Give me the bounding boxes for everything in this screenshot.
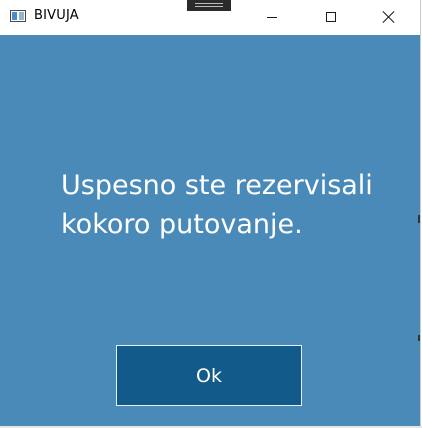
dialog-content: Uspesno ste rezervisali kokoro putovanje…: [0, 35, 420, 426]
grip-line: [195, 3, 223, 4]
success-message: Uspesno ste rezervisali kokoro putovanje…: [61, 170, 373, 240]
ok-button[interactable]: Ok: [116, 345, 302, 406]
edge-mark: [418, 215, 420, 223]
maximize-icon: [326, 12, 336, 22]
grip-line: [195, 6, 223, 7]
edge-mark: [418, 335, 420, 341]
close-icon: [382, 10, 396, 24]
app-window-icon: [10, 10, 26, 22]
app-icon-pane-left: [12, 12, 17, 20]
minimize-icon: [267, 16, 277, 18]
window-title: BIVUJA: [34, 8, 79, 23]
maximize-button[interactable]: [308, 0, 354, 34]
app-icon-pane-right: [19, 12, 24, 20]
minimize-button[interactable]: [249, 0, 295, 34]
close-button[interactable]: [366, 0, 412, 34]
title-bar[interactable]: BIVUJA: [0, 0, 420, 34]
app-window: BIVUJA Uspesno ste rezervisali kokoro pu…: [0, 0, 421, 427]
drag-grip-icon[interactable]: [187, 0, 231, 11]
